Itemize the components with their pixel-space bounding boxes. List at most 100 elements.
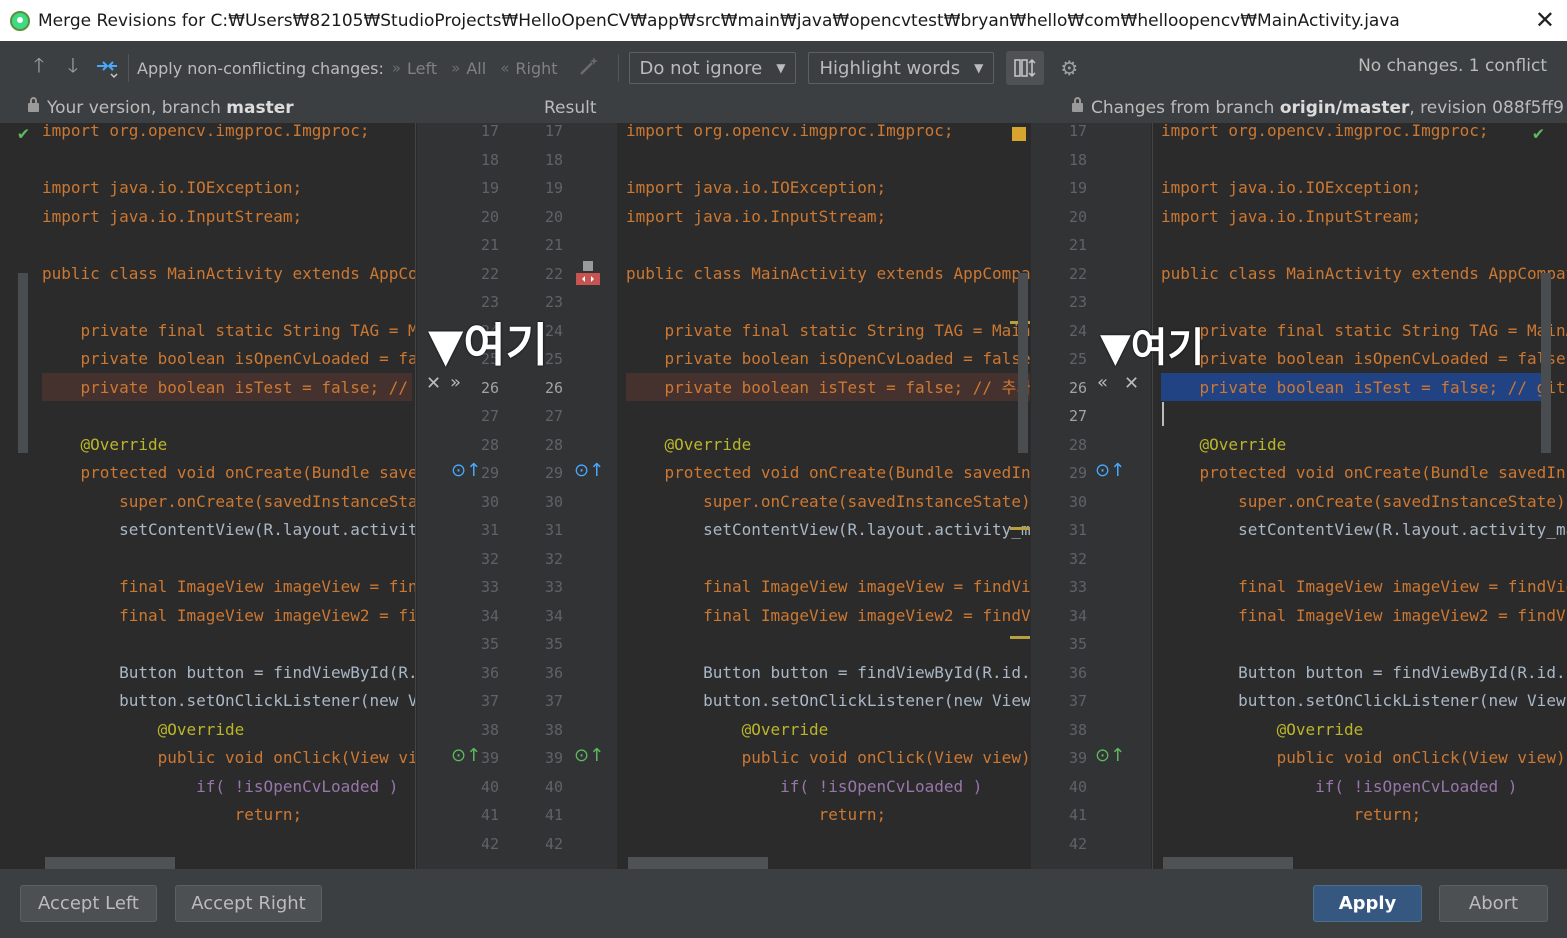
code-line: return; <box>42 805 303 824</box>
close-icon[interactable]: ✕ <box>1124 373 1139 394</box>
code-line: if( !isOpenCvLoaded ) <box>626 777 983 796</box>
result-vertical-scrollbar[interactable] <box>1018 273 1028 453</box>
line-number: 37 <box>480 692 499 710</box>
line-number: 26 <box>480 378 499 397</box>
text-caret <box>1162 402 1164 426</box>
double-chevron-left-icon[interactable]: « <box>1097 372 1108 393</box>
code-text: import org.opencv.imgproc.Imgproc; <box>42 123 370 140</box>
apply-left-label: Left <box>407 58 438 78</box>
code-line: import java.io.InputStream; <box>626 207 887 226</box>
code-line: public void onClick(View view) { <box>1161 748 1567 767</box>
right-code-pane[interactable]: import org.opencv.imgproc.Imgproc; impor… <box>1152 123 1567 869</box>
line-number: 34 <box>544 606 563 625</box>
code-line: public class MainActivity extends AppCom… <box>1161 264 1567 283</box>
code-line: setContentView(R.layout.activity_ma <box>1161 520 1567 539</box>
change-stripe-marker[interactable] <box>1010 527 1030 530</box>
checkmark-icon: ✔ <box>18 123 29 144</box>
code-line: private boolean isOpenCvLoaded = false; <box>1161 349 1567 368</box>
annotation-here-left: ▼여기 <box>428 318 549 372</box>
line-number: 31 <box>1068 521 1087 539</box>
double-chevron-right-icon[interactable]: » <box>450 372 461 393</box>
lock-icon <box>28 97 39 112</box>
accept-right-button[interactable]: Accept Right <box>175 885 322 922</box>
magic-wand-svg <box>579 56 598 75</box>
line-number: 38 <box>480 720 499 739</box>
conflict-resolve-svg <box>576 261 600 285</box>
line-number: 27 <box>480 407 499 425</box>
merge-editor: import org.opencv.imgproc.Imgproc; impor… <box>0 123 1567 869</box>
implements-marker-icon[interactable]: ⊙↑ <box>574 745 604 766</box>
apply-all-button[interactable]: » All <box>451 59 486 78</box>
gear-icon[interactable]: ⚙ <box>1052 56 1086 80</box>
code-line: @Override <box>42 720 245 739</box>
right-vertical-scrollbar[interactable] <box>1541 273 1551 453</box>
line-number: 36 <box>1068 663 1087 682</box>
code-text: import java.io.IOException; <box>42 178 303 197</box>
conflict-stripe-marker[interactable] <box>1012 127 1026 141</box>
close-icon[interactable]: ✕ <box>1535 6 1555 34</box>
toolbar: 🡑 🡓 Apply non-conflicting changes: » Left… <box>0 41 1567 95</box>
line-number: 40 <box>480 777 499 796</box>
double-chevron-left-icon: « <box>500 59 510 77</box>
conflict-resolve-icon[interactable] <box>574 259 602 292</box>
line-number: 27 <box>544 407 563 425</box>
apply-all-label: All <box>466 58 487 78</box>
line-number: 29 <box>544 464 563 482</box>
left-vertical-scrollbar[interactable] <box>18 273 28 453</box>
result-code-pane[interactable]: import org.opencv.imgproc.Imgproc; impor… <box>618 123 1030 869</box>
center-pane-header: Result <box>544 98 597 118</box>
left-horizontal-scrollbar[interactable] <box>45 857 175 869</box>
line-number: 21 <box>544 236 563 254</box>
apply-right-button[interactable]: « Right <box>500 59 557 78</box>
line-number: 18 <box>480 150 499 169</box>
line-number: 37 <box>544 692 563 710</box>
chevron-down-icon: ▼ <box>776 61 786 75</box>
code-line: setContentView(R.layout.activity_ <box>42 520 416 539</box>
abort-button[interactable]: Abort <box>1439 885 1548 922</box>
toolbar-separator <box>128 54 129 82</box>
apply-button[interactable]: Apply <box>1313 885 1422 922</box>
left-code-pane[interactable]: import org.opencv.imgproc.Imgproc; impor… <box>0 123 416 869</box>
line-number: 27 <box>1068 407 1087 425</box>
apply-left-button[interactable]: » Left <box>392 59 437 78</box>
code-line: return; <box>1161 805 1422 824</box>
merge-status: No changes. 1 conflict <box>1358 56 1547 76</box>
next-difference-icon[interactable]: 🡓 <box>56 51 90 85</box>
line-number: 35 <box>480 635 499 653</box>
override-marker-icon[interactable]: ⊙↑ <box>451 460 481 481</box>
double-chevron-right-icon: » <box>391 59 402 77</box>
close-icon[interactable]: ✕ <box>426 373 441 394</box>
right-horizontal-scrollbar[interactable] <box>1163 857 1293 869</box>
change-stripe-marker[interactable] <box>1010 636 1030 639</box>
whitespace-ignore-dropdown[interactable]: Do not ignore ▼ <box>628 52 797 84</box>
implements-marker-icon[interactable]: ⊙↑ <box>1095 745 1125 766</box>
code-line: if( !isOpenCvLoaded ) <box>42 777 399 796</box>
line-number: 38 <box>1068 720 1087 739</box>
highlight-mode-dropdown[interactable]: Highlight words ▼ <box>808 52 995 84</box>
code-line: @Override <box>1161 720 1364 739</box>
line-number: 41 <box>480 806 499 824</box>
code-line: final ImageView imageView2 = finc <box>42 606 416 625</box>
code-line: public class MainActivity extends AppCom… <box>42 264 416 283</box>
code-line: private boolean isTest = false; // ar <box>42 378 416 397</box>
line-number: 21 <box>480 236 499 254</box>
override-marker-icon[interactable]: ⊙↑ <box>1095 460 1125 481</box>
line-number: 22 <box>480 264 499 283</box>
android-studio-icon <box>10 10 30 31</box>
code-line: final ImageView imageView = findViewB <box>626 577 1030 596</box>
code-line: private boolean isTest = false; // 추가 조 <box>626 378 1030 397</box>
merge-arrows-icon[interactable] <box>90 53 124 84</box>
line-number: 42 <box>1068 834 1087 853</box>
line-number: 40 <box>544 777 563 796</box>
override-marker-icon[interactable]: ⊙↑ <box>574 460 604 481</box>
previous-difference-icon[interactable]: 🡑 <box>22 51 56 85</box>
code-line: import java.io.IOException; <box>42 174 302 202</box>
sync-scroll-toggle-icon[interactable] <box>1006 51 1045 85</box>
magic-resolve-icon[interactable] <box>572 55 606 82</box>
line-number: 29 <box>1068 464 1087 482</box>
result-horizontal-scrollbar[interactable] <box>628 857 768 869</box>
implements-marker-icon[interactable]: ⊙↑ <box>451 745 481 766</box>
accept-left-button[interactable]: Accept Left <box>20 885 157 922</box>
code-line: if( !isOpenCvLoaded ) <box>1161 777 1518 796</box>
line-number: 30 <box>480 492 499 511</box>
